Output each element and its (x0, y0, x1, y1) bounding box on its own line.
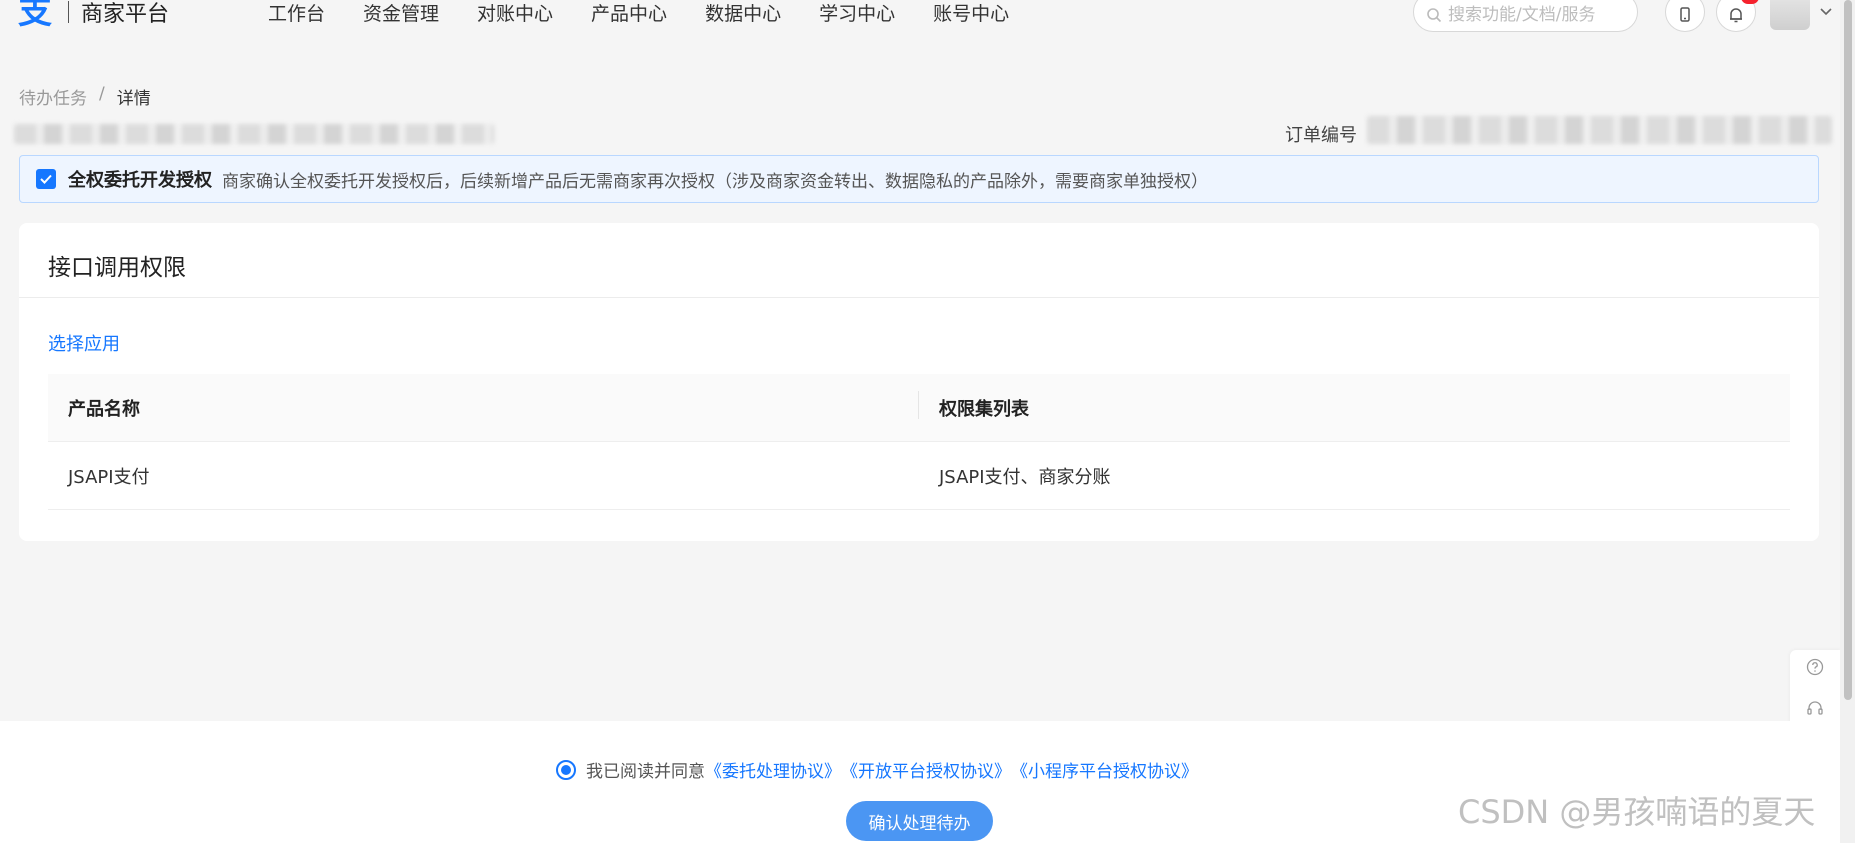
headset-icon[interactable] (1805, 698, 1825, 718)
top-navbar: 支 商家平台 工作台 资金管理 对账中心 产品中心 数据中心 学习中心 账号中心 (0, 0, 1840, 32)
scrollbar[interactable] (1840, 0, 1855, 843)
mini-program-agreement-link[interactable]: 《小程序平台授权协议》 (1011, 757, 1198, 782)
select-app-link[interactable]: 选择应用 (48, 330, 120, 356)
platform-name: 商家平台 (81, 2, 170, 27)
scrollbar-thumb[interactable] (1844, 0, 1852, 700)
avatar (1770, 0, 1810, 30)
mobile-button[interactable] (1665, 0, 1705, 32)
global-search[interactable] (1413, 0, 1638, 32)
card-title: 接口调用权限 (48, 255, 186, 281)
order-number-label: 订单编号 (1285, 125, 1357, 146)
radio-dot (561, 764, 571, 775)
notification-button[interactable] (1716, 0, 1756, 32)
table-row: JSAPI支付 JSAPI支付、商家分账 (48, 442, 1790, 510)
logo-divider (68, 1, 69, 23)
help-icon[interactable] (1805, 657, 1825, 677)
breadcrumb-parent[interactable]: 待办任务 (19, 84, 87, 109)
user-menu[interactable] (1770, 0, 1834, 30)
breadcrumb-separator: / (99, 84, 105, 104)
alipay-logo-icon: 支 (18, 0, 52, 32)
notice-description: 商家确认全权委托开发授权后，后续新增产品后无需商家再次授权（涉及商家资金转出、数… (222, 171, 1208, 192)
nav-item-data[interactable]: 数据中心 (705, 0, 781, 28)
permission-table: 产品名称 权限集列表 JSAPI支付 JSAPI支付、商家分账 (48, 374, 1790, 510)
chevron-down-icon (1820, 8, 1832, 16)
permission-list-cell: JSAPI支付、商家分账 (939, 466, 1111, 488)
agreement-radio[interactable] (556, 759, 576, 780)
nav-item-funds[interactable]: 资金管理 (363, 0, 439, 28)
table-header: 产品名称 权限集列表 (48, 374, 1790, 442)
open-platform-agreement-link[interactable]: 《开放平台授权协议》 (841, 757, 1011, 782)
nav-item-account[interactable]: 账号中心 (933, 0, 1009, 28)
breadcrumb: 待办任务 / 详情 (19, 84, 151, 109)
redacted-info (14, 124, 494, 144)
agreement-prefix: 我已阅读并同意 (586, 762, 705, 782)
watermark: CSDN @男孩喃语的夏天 (1458, 793, 1816, 831)
main-nav: 工作台 资金管理 对账中心 产品中心 数据中心 学习中心 账号中心 (268, 0, 1047, 28)
divider (19, 297, 1819, 298)
nav-item-products[interactable]: 产品中心 (591, 0, 667, 28)
confirm-todo-button[interactable]: 确认处理待办 (846, 801, 993, 841)
search-icon (1427, 8, 1442, 23)
bell-icon (1730, 8, 1742, 23)
delegation-checkbox[interactable] (36, 169, 56, 189)
notice-title: 全权委托开发授权 (68, 170, 212, 191)
check-icon (40, 174, 52, 184)
delegation-agreement-link[interactable]: 《委托处理协议》 (705, 757, 841, 782)
nav-item-learning[interactable]: 学习中心 (819, 0, 895, 28)
breadcrumb-current: 详情 (116, 89, 151, 109)
product-name-cell: JSAPI支付 (68, 466, 150, 488)
column-header-permissions: 权限集列表 (939, 398, 1029, 420)
nav-item-reconciliation[interactable]: 对账中心 (477, 0, 553, 28)
redacted-order-number (1367, 116, 1832, 144)
nav-item-workbench[interactable]: 工作台 (268, 0, 325, 28)
column-header-product: 产品名称 (48, 390, 919, 421)
agreement-row: 我已阅读并同意 《委托处理协议》 《开放平台授权协议》 《小程序平台授权协议》 (556, 757, 1198, 782)
logo[interactable]: 支 商家平台 (18, 0, 170, 32)
mobile-icon (1680, 7, 1690, 22)
search-input[interactable] (1448, 5, 1628, 25)
delegation-notice: 全权委托开发授权 商家确认全权委托开发授权后，后续新增产品后无需商家再次授权（涉… (19, 155, 1819, 203)
api-permission-card: 接口调用权限 选择应用 产品名称 权限集列表 JSAPI支付 JSAPI支付、商… (19, 223, 1819, 541)
